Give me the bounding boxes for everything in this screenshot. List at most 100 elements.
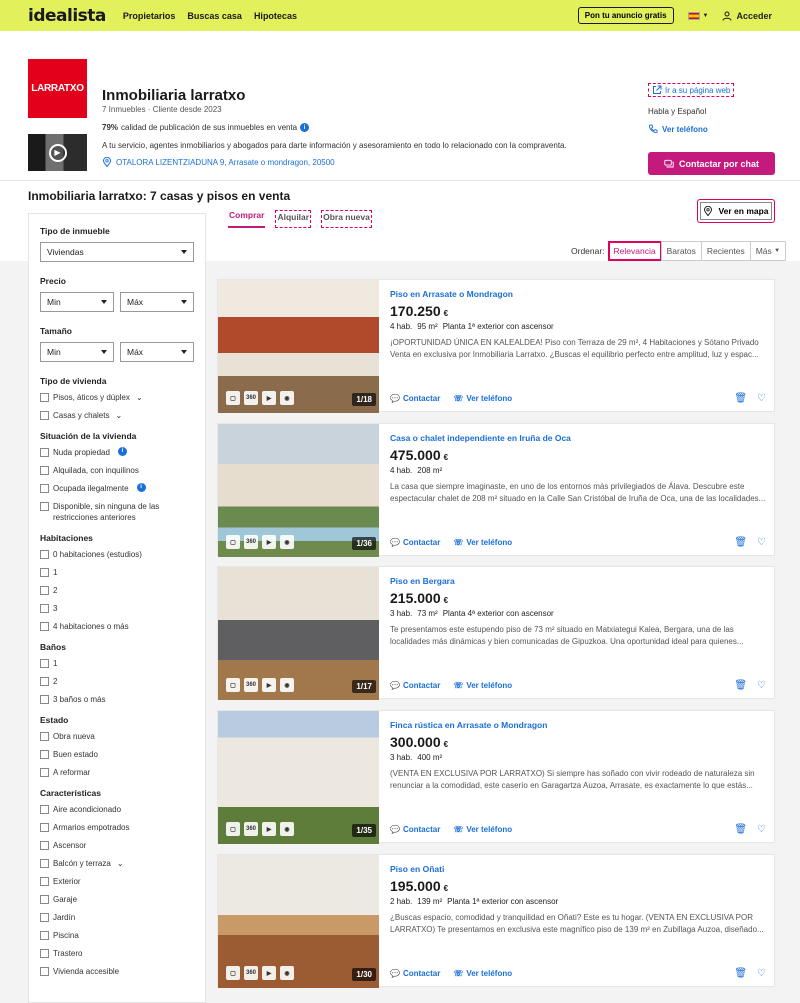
checkbox-hab-2[interactable]: 2 (40, 585, 194, 596)
checkbox-garaje[interactable]: Garaje (40, 894, 194, 905)
video-icon[interactable]: ▶ (262, 678, 276, 692)
agency-website-link[interactable]: Ir a su página web (648, 83, 735, 97)
trash-icon[interactable]: 🗑 (734, 680, 747, 691)
contact-button[interactable]: 💬 Contactar (390, 969, 440, 978)
nav-propietarios[interactable]: Propietarios (123, 11, 176, 21)
heart-icon[interactable]: ♡ (757, 824, 766, 835)
checkbox-exterior[interactable]: Exterior (40, 876, 194, 887)
checkbox-box[interactable] (40, 859, 49, 868)
view-phone-button[interactable]: ☏ Ver teléfono (453, 825, 512, 834)
checkbox-ocupada[interactable]: Ocupada ilegalmente i (40, 483, 194, 494)
checkbox-box[interactable] (40, 750, 49, 759)
listing-card[interactable]: ▢ 360 ▶ ◉ 1/35 Finca rústica en Arrasate… (217, 710, 775, 844)
checkbox-box[interactable] (40, 502, 49, 511)
login-button[interactable]: Acceder (722, 11, 772, 21)
checkbox-box[interactable] (40, 931, 49, 940)
map-pin-icon[interactable]: ◉ (280, 535, 294, 549)
checkbox-box[interactable] (40, 550, 49, 559)
checkbox-piscina[interactable]: Piscina (40, 930, 194, 941)
checkbox-a-reformar[interactable]: A reformar (40, 767, 194, 778)
checkbox-hab-4[interactable]: 4 habitaciones o más (40, 621, 194, 632)
checkbox-box[interactable] (40, 841, 49, 850)
listing-title[interactable]: Casa o chalet independiente en Iruña de … (390, 433, 571, 443)
trash-icon[interactable]: 🗑 (734, 824, 747, 835)
contact-chat-button[interactable]: Contactar por chat (648, 152, 775, 175)
heart-icon[interactable]: ♡ (757, 968, 766, 979)
checkbox-nuda-propiedad[interactable]: Nuda propiedad i (40, 447, 194, 458)
video-icon[interactable]: ▶ (262, 966, 276, 980)
contact-button[interactable]: 💬 Contactar (390, 394, 440, 403)
tab-alquilar[interactable]: Alquilar (275, 210, 312, 228)
checkbox-obra-nueva[interactable]: Obra nueva (40, 731, 194, 742)
listing-title[interactable]: Piso en Arrasate o Mondragon (390, 289, 513, 299)
listing-card[interactable]: ▢ 360 ▶ ◉ 1/36 Casa o chalet independien… (217, 423, 775, 557)
property-type-select[interactable]: Viviendas (40, 242, 194, 262)
checkbox-box[interactable] (40, 732, 49, 741)
trash-icon[interactable]: 🗑 (734, 537, 747, 548)
checkbox-box[interactable] (40, 823, 49, 832)
view-phone-button[interactable]: ☏ Ver teléfono (453, 969, 512, 978)
trash-icon[interactable]: 🗑 (734, 968, 747, 979)
map-pin-icon[interactable]: ◉ (280, 822, 294, 836)
floorplan-icon[interactable]: ▢ (226, 678, 240, 692)
agency-address[interactable]: OTALORA LIZENTZIADUNA 9, Arrasate o mond… (102, 157, 335, 167)
checkbox-box[interactable] (40, 659, 49, 668)
sort-recientes[interactable]: Recientes (700, 241, 751, 261)
checkbox-box[interactable] (40, 967, 49, 976)
floorplan-icon[interactable]: ▢ (226, 535, 240, 549)
checkbox-box[interactable] (40, 877, 49, 886)
agency-phone-link[interactable]: Ver teléfono (648, 124, 708, 134)
listing-title[interactable]: Piso en Bergara (390, 576, 455, 586)
video-icon[interactable]: ▶ (262, 535, 276, 549)
checkbox-hab-0[interactable]: 0 habitaciones (estudios) (40, 549, 194, 560)
contact-button[interactable]: 💬 Contactar (390, 538, 440, 547)
checkbox-box[interactable] (40, 393, 49, 402)
virtual-tour-icon[interactable]: 360 (244, 391, 258, 405)
video-icon[interactable]: ▶ (262, 391, 276, 405)
checkbox-box[interactable] (40, 949, 49, 958)
view-phone-button[interactable]: ☏ Ver teléfono (453, 538, 512, 547)
checkbox-box[interactable] (40, 695, 49, 704)
checkbox-balcon[interactable]: Balcón y terraza ⌄ (40, 858, 194, 869)
checkbox-banos-1[interactable]: 1 (40, 658, 194, 669)
heart-icon[interactable]: ♡ (757, 680, 766, 691)
nav-hipotecas[interactable]: Hipotecas (254, 11, 297, 21)
contact-button[interactable]: 💬 Contactar (390, 681, 440, 690)
nav-buscas-casa[interactable]: Buscas casa (187, 11, 242, 21)
agency-logo[interactable]: LARRATXO (28, 59, 87, 118)
sort-relevancia[interactable]: Relevancia (607, 241, 662, 261)
info-icon[interactable]: i (300, 123, 310, 132)
checkbox-box[interactable] (40, 895, 49, 904)
contact-button[interactable]: 💬 Contactar (390, 825, 440, 834)
checkbox-box[interactable] (40, 604, 49, 613)
checkbox-box[interactable] (40, 466, 49, 475)
virtual-tour-icon[interactable]: 360 (244, 966, 258, 980)
checkbox-box[interactable] (40, 677, 49, 686)
info-icon[interactable]: i (136, 483, 146, 492)
checkbox-hab-1[interactable]: 1 (40, 567, 194, 578)
size-min-select[interactable]: Min (40, 342, 114, 362)
listing-photo[interactable]: ▢ 360 ▶ ◉ 1/36 (218, 424, 379, 557)
listing-title[interactable]: Finca rústica en Arrasate o Mondragon (390, 720, 547, 730)
trash-icon[interactable]: 🗑 (734, 393, 747, 404)
view-phone-button[interactable]: ☏ Ver teléfono (453, 394, 512, 403)
price-max-select[interactable]: Máx (120, 292, 194, 312)
listing-title[interactable]: Piso en Oñati (390, 864, 444, 874)
listing-photo[interactable]: ▢ 360 ▶ ◉ 1/35 (218, 711, 379, 844)
virtual-tour-icon[interactable]: 360 (244, 822, 258, 836)
floorplan-icon[interactable]: ▢ (226, 966, 240, 980)
checkbox-box[interactable] (40, 484, 49, 493)
agency-video-thumbnail[interactable]: ▶ (28, 134, 87, 171)
view-map-button[interactable]: Ver en mapa (697, 199, 775, 223)
publish-ad-button[interactable]: Pon tu anuncio gratis (577, 7, 674, 24)
chevron-down-icon[interactable]: ⌄ (117, 858, 124, 869)
listing-card[interactable]: ▢ 360 ▶ ◉ 1/30 Piso en Oñati 195.000 € 2 … (217, 854, 775, 988)
listing-photo[interactable]: ▢ 360 ▶ ◉ 1/17 (218, 567, 379, 700)
listing-card[interactable]: ▢ 360 ▶ ◉ 1/17 Piso en Bergara 215.000 € … (217, 566, 775, 700)
listing-photo[interactable]: ▢ 360 ▶ ◉ 1/18 (218, 280, 379, 413)
checkbox-box[interactable] (40, 622, 49, 631)
checkbox-box[interactable] (40, 586, 49, 595)
language-selector[interactable]: ▼ (687, 11, 708, 20)
checkbox-hab-3[interactable]: 3 (40, 603, 194, 614)
checkbox-accesible[interactable]: Vivienda accesible (40, 966, 194, 977)
